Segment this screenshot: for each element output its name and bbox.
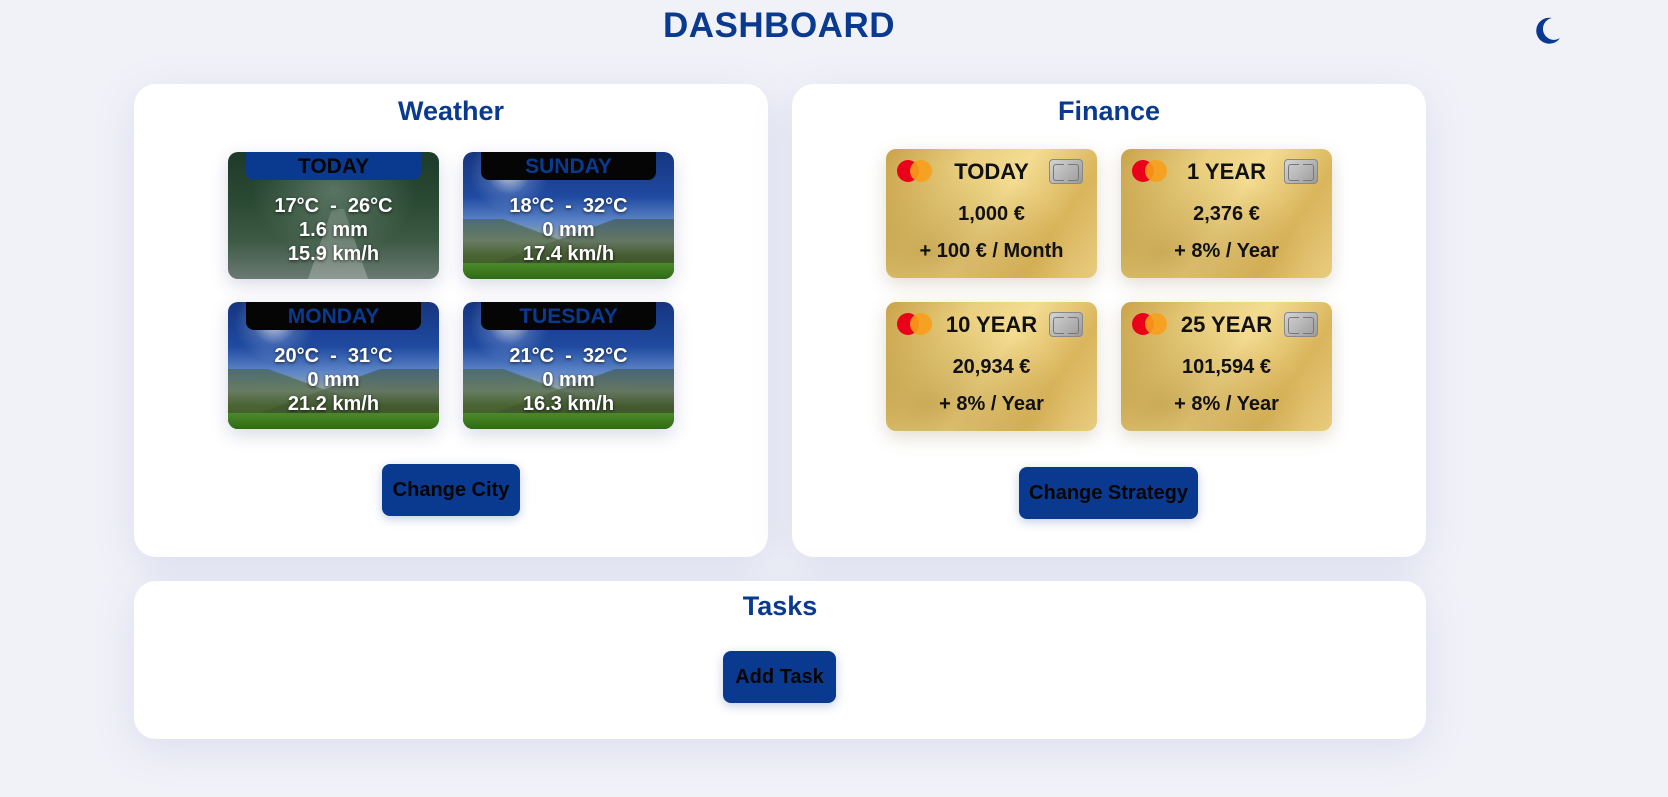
weather-rain: 1.6 mm [299, 219, 368, 241]
card-amount: 1,000 € [958, 203, 1025, 225]
weather-card-sunday[interactable]: SUNDAY 18°C - 32°C 0 mm 17.4 km/h [463, 152, 674, 279]
weather-card-tuesday[interactable]: TUESDAY 21°C - 32°C 0 mm 16.3 km/h [463, 302, 674, 429]
tasks-title: Tasks [742, 591, 818, 621]
weather-day-label: TODAY [246, 152, 421, 180]
weather-panel: Weather TODAY 17°C - 26°C 1.6 mm 15.9 km… [134, 84, 768, 557]
card-amount: 101,594 € [1182, 356, 1271, 378]
card-amount: 20,934 € [952, 356, 1031, 378]
card-rate: + 8% / Year [1174, 393, 1279, 415]
mastercard-icon [1132, 313, 1168, 335]
weather-day-label: SUNDAY [481, 152, 656, 180]
change-city-button[interactable]: Change City [382, 464, 520, 516]
weather-wind: 16.3 km/h [522, 393, 615, 415]
weather-rain: 0 mm [307, 369, 360, 391]
finance-panel: Finance TODAY 1,000 € + 100 € / Month 1 … [792, 84, 1426, 557]
weather-temp: 20°C - 31°C [274, 345, 393, 367]
finance-card-today[interactable]: TODAY 1,000 € + 100 € / Month [886, 149, 1097, 278]
finance-title: Finance [1057, 96, 1161, 126]
weather-card-monday[interactable]: MONDAY 20°C - 31°C 0 mm 21.2 km/h [228, 302, 439, 429]
mastercard-icon [897, 160, 933, 182]
card-rate: + 8% / Year [1174, 240, 1279, 262]
mastercard-icon [1132, 160, 1168, 182]
weather-rain: 0 mm [542, 369, 595, 391]
card-amount: 2,376 € [1193, 203, 1260, 225]
weather-day-label: MONDAY [246, 302, 421, 330]
weather-wind: 15.9 km/h [287, 243, 380, 265]
card-period: TODAY [954, 159, 1029, 184]
weather-title: Weather [397, 96, 505, 126]
chip-icon [1049, 312, 1083, 337]
weather-card-today[interactable]: TODAY 17°C - 26°C 1.6 mm 15.9 km/h [228, 152, 439, 279]
card-rate: + 100 € / Month [919, 240, 1064, 262]
weather-wind: 17.4 km/h [522, 243, 615, 265]
tasks-panel: Tasks Add Task [134, 581, 1426, 739]
finance-card-1-year[interactable]: 1 YEAR 2,376 € + 8% / Year [1121, 149, 1332, 278]
chip-icon [1284, 312, 1318, 337]
card-period: 10 YEAR [945, 312, 1038, 337]
finance-card-10-year[interactable]: 10 YEAR 20,934 € + 8% / Year [886, 302, 1097, 431]
weather-day-label: TUESDAY [481, 302, 656, 330]
finance-card-25-year[interactable]: 25 YEAR 101,594 € + 8% / Year [1121, 302, 1332, 431]
weather-wind: 21.2 km/h [287, 393, 380, 415]
weather-rain: 0 mm [542, 219, 595, 241]
weather-temp: 17°C - 26°C [274, 195, 393, 217]
mastercard-icon [897, 313, 933, 335]
page-title: DASHBOARD [663, 6, 895, 45]
chip-icon [1284, 159, 1318, 184]
card-rate: + 8% / Year [939, 393, 1044, 415]
add-task-button[interactable]: Add Task [723, 651, 836, 703]
change-strategy-button[interactable]: Change Strategy [1019, 467, 1198, 519]
card-period: 1 YEAR [1186, 159, 1267, 184]
card-period: 25 YEAR [1180, 312, 1273, 337]
weather-temp: 21°C - 32°C [509, 345, 628, 367]
chip-icon [1049, 159, 1083, 184]
weather-temp: 18°C - 32°C [509, 195, 628, 217]
moon-icon[interactable] [1530, 14, 1564, 48]
